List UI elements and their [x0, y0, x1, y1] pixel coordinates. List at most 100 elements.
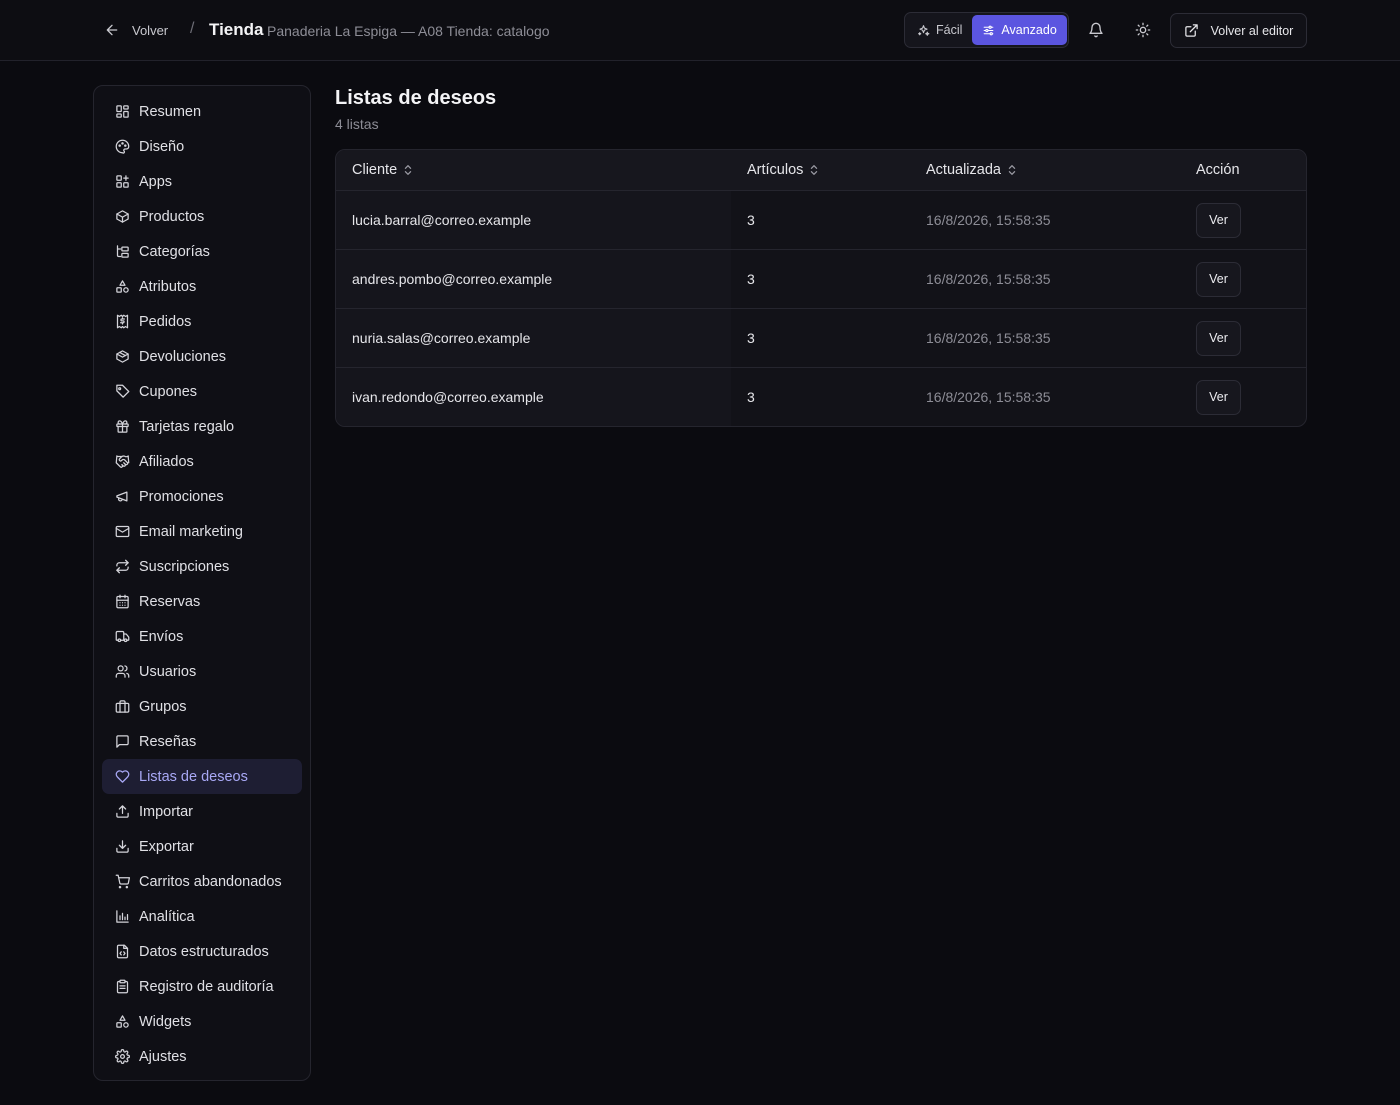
sidebar-item-afiliados[interactable]: Afiliados — [102, 444, 302, 479]
sidebar-item-carritos-abandonados[interactable]: Carritos abandonados — [102, 864, 302, 899]
sidebar-item-label: Envíos — [139, 628, 184, 645]
sidebar-item-label: Datos estructurados — [139, 943, 269, 960]
sidebar-item-ajustes[interactable]: Ajustes — [102, 1039, 302, 1074]
sidebar-item-diseno[interactable]: Diseño — [102, 129, 302, 164]
mail-icon — [115, 525, 130, 538]
mode-easy-button[interactable]: Fácil — [907, 15, 972, 45]
file-code-icon — [116, 944, 129, 959]
sidebar-item-cupones[interactable]: Cupones — [102, 374, 302, 409]
sidebar-item-label: Email marketing — [139, 523, 243, 540]
sidebar-item-label: Reseñas — [139, 733, 197, 750]
cell-cliente: ivan.redondo@correo.example — [336, 368, 731, 426]
sidebar-item-importar[interactable]: Importar — [102, 794, 302, 829]
sidebar-item-envios[interactable]: Envíos — [102, 619, 302, 654]
cart-icon — [115, 874, 130, 889]
sidebar-item-pedidos[interactable]: Pedidos — [102, 304, 302, 339]
notifications-button[interactable] — [1084, 18, 1108, 42]
column-header-label: Acción — [1196, 162, 1240, 178]
sidebar-item-productos[interactable]: Productos — [102, 199, 302, 234]
cell-accion: Ver — [1180, 309, 1306, 367]
column-header-label: Artículos — [747, 162, 804, 178]
tree-icon — [116, 245, 129, 258]
sidebar-item-analitica[interactable]: Analítica — [102, 899, 302, 934]
sidebar-item-label: Devoluciones — [139, 348, 227, 365]
cell-accion: Ver — [1180, 191, 1306, 249]
column-header-actualizada[interactable]: Actualizada — [910, 150, 1180, 190]
sidebar-item-usuarios[interactable]: Usuarios — [102, 654, 302, 689]
sidebar-item-label: Diseño — [139, 138, 185, 155]
sidebar-item-resenas[interactable]: Reseñas — [102, 724, 302, 759]
sidebar-item-widgets[interactable]: Widgets — [102, 1004, 302, 1039]
table-row: lucia.barral@correo.example 3 16/8/2026, 1… — [336, 190, 1306, 249]
sidebar-item-suscripciones[interactable]: Suscripciones — [102, 549, 302, 584]
chart-icon — [116, 910, 129, 923]
sidebar-item-label: Carritos abandonados — [139, 873, 282, 890]
sidebar-item-label: Listas de deseos — [139, 768, 248, 785]
column-header-cliente[interactable]: Cliente — [336, 150, 731, 190]
view-button[interactable]: Ver — [1196, 379, 1241, 415]
view-button[interactable]: Ver — [1196, 202, 1241, 238]
sidebar-item-listas-de-deseos[interactable]: Listas de deseos — [102, 759, 302, 794]
top-bar: Volver / Tienda Panaderia La Espiga — A0… — [0, 0, 1400, 61]
cell-actualizada: 16/8/2026, 15:58:35 — [926, 330, 1051, 346]
sort-icon[interactable] — [1007, 164, 1017, 176]
mode-advanced-button[interactable]: Avanzado — [972, 15, 1067, 45]
sidebar-item-devoluciones[interactable]: Devoluciones — [102, 339, 302, 374]
list-count: 4 listas — [335, 116, 379, 132]
view-button[interactable]: Ver — [1196, 261, 1241, 297]
calendar-icon — [116, 594, 129, 609]
sidebar-item-reservas[interactable]: Reservas — [102, 584, 302, 619]
sidebar-item-grupos[interactable]: Grupos — [102, 689, 302, 724]
sidebar-item-registro-de-auditoria[interactable]: Registro de auditoría — [102, 969, 302, 1004]
sort-icon[interactable] — [403, 164, 413, 176]
view-button[interactable]: Ver — [1196, 320, 1241, 356]
sidebar-item-label: Widgets — [139, 1013, 192, 1030]
sidebar-item-label: Reservas — [139, 593, 201, 610]
back-button[interactable]: Volver — [104, 18, 168, 42]
sidebar-item-label: Grupos — [139, 698, 187, 715]
sidebar-item-label: Afiliados — [139, 453, 194, 470]
receipt-icon — [116, 314, 129, 329]
sidebar-item-resumen[interactable]: Resumen — [102, 94, 302, 129]
mode-toggle: Fácil Avanzado — [904, 12, 1069, 48]
column-header-articulos[interactable]: Artículos — [731, 150, 910, 190]
theme-toggle-button[interactable] — [1131, 18, 1155, 42]
sidebar-item-exportar[interactable]: Exportar — [102, 829, 302, 864]
sidebar-item-label: Apps — [139, 173, 173, 190]
grid-icon — [116, 105, 129, 118]
box-return-icon — [116, 350, 129, 363]
apps-icon — [116, 175, 129, 188]
page-title: Listas de deseos — [335, 87, 497, 109]
sidebar-item-label: Resumen — [139, 103, 202, 120]
bell-icon — [1089, 22, 1103, 38]
upload-icon — [116, 805, 129, 818]
sidebar-item-apps[interactable]: Apps — [102, 164, 302, 199]
back-to-editor-label: Volver al editor — [1210, 23, 1294, 38]
sidebar-item-label: Exportar — [139, 838, 194, 855]
wishlists-table: Cliente Artículos Actualizada Acción luc… — [335, 149, 1307, 427]
sidebar-item-label: Categorías — [139, 243, 210, 260]
cell-cliente: nuria.salas@correo.example — [336, 309, 731, 367]
sidebar-item-tarjetas-regalo[interactable]: Tarjetas regalo — [102, 409, 302, 444]
sidebar-item-atributos[interactable]: Atributos — [102, 269, 302, 304]
sidebar-item-email-marketing[interactable]: Email marketing — [102, 514, 302, 549]
cell-actualizada: 16/8/2026, 15:58:35 — [926, 389, 1051, 405]
sidebar-item-categorias[interactable]: Categorías — [102, 234, 302, 269]
gift-icon — [116, 420, 129, 433]
page-section-title: Tienda — [209, 20, 264, 39]
clipboard-icon — [116, 979, 129, 994]
sort-icon[interactable] — [809, 164, 819, 176]
mode-easy-label: Fácil — [936, 23, 963, 37]
cell-actualizada: 16/8/2026, 15:58:35 — [926, 271, 1051, 287]
table-header-row: Cliente Artículos Actualizada Acción — [336, 150, 1306, 190]
sidebar-item-label: Productos — [139, 208, 205, 225]
cell-accion: Ver — [1180, 368, 1306, 426]
cell-actualizada: 16/8/2026, 15:58:35 — [926, 212, 1051, 228]
sidebar: Resumen Diseño Apps Productos Categorías Atri… — [93, 85, 311, 1081]
sidebar-item-datos-estructurados[interactable]: Datos estructurados — [102, 934, 302, 969]
cell-articulos: 3 — [747, 212, 755, 228]
back-to-editor-button[interactable]: Volver al editor — [1170, 13, 1307, 48]
table-row: andres.pombo@correo.example 3 16/8/2026, 1… — [336, 249, 1306, 308]
cell-articulos: 3 — [747, 330, 755, 346]
sidebar-item-promociones[interactable]: Promociones — [102, 479, 302, 514]
